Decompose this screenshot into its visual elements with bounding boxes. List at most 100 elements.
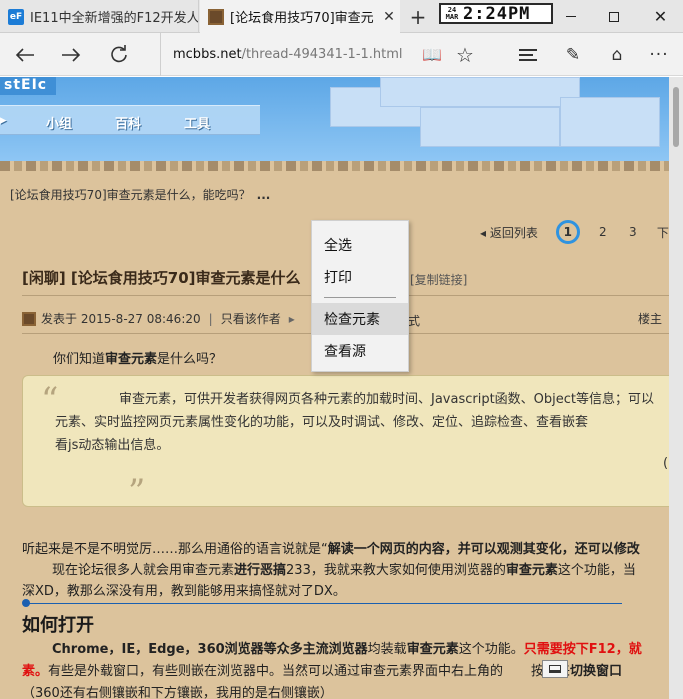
post-body-2: Chrome，IE，Edge，360浏览器等众多主流浏览器均装载审查元素这个功能… bbox=[22, 639, 682, 699]
scrollbar-thumb[interactable] bbox=[673, 87, 679, 147]
minecraft-favicon-icon bbox=[208, 8, 224, 25]
minimize-icon bbox=[565, 16, 576, 17]
dock-glyph bbox=[549, 665, 561, 673]
site-nav-groups[interactable]: 小组 bbox=[46, 113, 72, 132]
p4-d: 这个功能。 bbox=[458, 642, 524, 657]
minimize-button[interactable] bbox=[548, 0, 593, 33]
web-note-icon[interactable]: ✎ bbox=[558, 33, 588, 76]
page-1-current[interactable]: 1 bbox=[555, 220, 580, 244]
new-tab-button[interactable]: + bbox=[403, 0, 433, 33]
maximize-button[interactable] bbox=[591, 0, 636, 33]
tab-bar: eF IE11中全新增强的F12开发人 [论坛食用技巧70]审查元 ✕ + 24… bbox=[0, 0, 683, 33]
back-to-list-label: 返回列表 bbox=[489, 225, 538, 240]
page-viewport: stEIc ▸ 小组 百科 工具 [论坛食用技巧70]审查元素是什么，能吃吗？.… bbox=[0, 77, 683, 699]
p5-red: 素。 bbox=[22, 664, 49, 679]
p1-b: 解读一个网页的内容，并可以观测其变化，还可以修改 bbox=[327, 542, 640, 557]
reading-view-icon[interactable]: 📖 bbox=[418, 33, 446, 76]
tab-title: [论坛食用技巧70]审查元 bbox=[230, 11, 374, 26]
paragraph: 素。有些是外载窗口，有些则嵌在浏览器中。当然可以通过审查元素界面中右上角的按钮来… bbox=[22, 661, 682, 683]
ctx-inspect-element[interactable]: 检查元素 bbox=[312, 303, 408, 335]
back-to-list-link[interactable]: ◂ 返回列表 bbox=[480, 224, 538, 241]
intro-before: 你们知道 bbox=[53, 352, 106, 367]
quote-text: 审查元素，可供开发者获得网页各种元素的加载时间、Javascript函数、Obj… bbox=[55, 388, 683, 457]
clock-widget: 24 MAR 2:24PM bbox=[439, 3, 553, 24]
heading-rule bbox=[26, 603, 622, 604]
p2-b: 进行恶搞 bbox=[234, 563, 287, 578]
ground-strip bbox=[0, 161, 669, 171]
ie-favicon-icon: eF bbox=[8, 8, 24, 25]
favorite-star-icon[interactable]: ☆ bbox=[450, 33, 480, 76]
ctx-select-all[interactable]: 全选 bbox=[312, 229, 408, 261]
post-body: 听起来是不是不明觉厉……那么用通俗的语言说就是“解读一个网页的内容，并可以观测其… bbox=[22, 539, 682, 602]
intro-line: 你们知道审查元素是什么吗？ bbox=[53, 348, 222, 367]
ctx-view-source[interactable]: 查看源 bbox=[312, 335, 408, 367]
refresh-icon bbox=[111, 44, 127, 62]
forward-arrow-icon bbox=[62, 47, 81, 62]
breadcrumb-more: ... bbox=[256, 188, 271, 202]
site-nav-tools[interactable]: 工具 bbox=[184, 113, 210, 132]
p5-a: 有些是外载窗口，有些则嵌在浏览器中。当然可以通过审查元素界面中右上角的 bbox=[48, 664, 504, 679]
site-nav-wiki[interactable]: 百科 bbox=[115, 113, 141, 132]
clock-date: 24 MAR bbox=[441, 6, 463, 21]
p2-e: 这个功能，当 bbox=[557, 563, 636, 578]
p4-a: Chrome，IE，Edge，360浏览器等众多主流浏览器 bbox=[52, 642, 368, 657]
dock-toggle-icon bbox=[542, 660, 568, 678]
share-icon[interactable]: ⌂ bbox=[602, 33, 632, 76]
paragraph: 深XD，教那么深没有用，教到能够用来搞怪就对了DX。 bbox=[22, 581, 682, 602]
paragraph: Chrome，IE，Edge，360浏览器等众多主流浏览器均装载审查元素这个功能… bbox=[22, 639, 682, 661]
paragraph: 现在论坛很多人就会用审查元素进行恶搞233，我就来教大家如何使用浏览器的审查元素… bbox=[22, 560, 682, 581]
site-nav-arrow: ▸ bbox=[0, 113, 7, 128]
url-domain: mcbbs.net bbox=[173, 47, 242, 62]
page-2-link[interactable]: 2 bbox=[588, 225, 618, 239]
forward-button[interactable] bbox=[54, 33, 88, 76]
close-quote-icon: ” bbox=[128, 472, 146, 512]
p3: 深XD，教那么深没有用，教到能够用来搞怪就对了DX。 bbox=[22, 584, 346, 599]
quote-block: “ 审查元素，可供开发者获得网页各种元素的加载时间、Javascript函数、O… bbox=[22, 375, 683, 512]
breadcrumb: [论坛食用技巧70]审查元素是什么，能吃吗？... bbox=[0, 186, 270, 203]
vertical-scrollbar[interactable] bbox=[669, 77, 683, 699]
pagination: ◂ 返回列表 1 2 3 下 bbox=[480, 220, 678, 244]
intro-after: 是什么吗？ bbox=[157, 352, 223, 367]
back-arrow-icon bbox=[15, 47, 34, 62]
hub-button[interactable] bbox=[512, 33, 544, 76]
intro-bold: 审查元素 bbox=[105, 352, 158, 367]
dropdown-arrow-icon[interactable]: ▸ bbox=[289, 312, 295, 326]
refresh-button[interactable] bbox=[102, 33, 136, 76]
back-button[interactable] bbox=[8, 33, 42, 76]
tab-mcbbs[interactable]: [论坛食用技巧70]审查元 ✕ bbox=[200, 0, 400, 33]
url-path: /thread-494341-1-1.html bbox=[241, 47, 403, 62]
copy-link[interactable]: [复制链接] bbox=[410, 271, 467, 288]
site-logo: stEIc bbox=[0, 77, 56, 95]
p1-a: 听起来是不是不明觉厉……那么用通俗的语言说就是“ bbox=[22, 542, 328, 557]
p5-c: 切换窗口 bbox=[570, 664, 623, 679]
author-avatar-icon bbox=[22, 311, 36, 326]
maximize-icon bbox=[608, 11, 619, 22]
breadcrumb-title[interactable]: [论坛食用技巧70]审查元素是什么，能吃吗？ bbox=[10, 188, 251, 202]
p2-a: 现在论坛很多人就会用审查元素 bbox=[52, 563, 235, 578]
quote-paren: ( bbox=[663, 456, 669, 471]
quote-line: 看js动态输出信息。 bbox=[55, 438, 170, 453]
hub-icon bbox=[519, 46, 537, 64]
posted-at: 发表于 2015-8-27 08:46:20 bbox=[41, 312, 201, 326]
more-actions-icon[interactable]: ··· bbox=[644, 33, 674, 76]
only-author-link[interactable]: 只看该作者 bbox=[221, 310, 281, 327]
p2-d: 审查元素 bbox=[505, 563, 558, 578]
view-mode-fragment[interactable]: 式 bbox=[408, 312, 420, 329]
floor-label: 楼主 bbox=[638, 312, 663, 326]
paragraph: 听起来是不是不明觉厉……那么用通俗的语言说就是“解读一个网页的内容，并可以观测其… bbox=[22, 539, 682, 560]
ctx-print[interactable]: 打印 bbox=[312, 261, 408, 293]
section-heading: 如何打开 bbox=[22, 615, 94, 636]
tab-title: IE11中全新增强的F12开发人 bbox=[30, 11, 198, 26]
p6: （360还有右侧镶嵌和下方镶嵌，我用的是右侧镶嵌） bbox=[22, 686, 333, 699]
p4-red: 只需要按下F12，就 bbox=[523, 642, 642, 657]
tab-ie11[interactable]: eF IE11中全新增强的F12开发人 bbox=[0, 0, 199, 33]
close-window-button[interactable]: ✕ bbox=[638, 0, 683, 33]
banner-block bbox=[420, 107, 560, 147]
context-menu: 全选 打印 检查元素 查看源 bbox=[311, 220, 409, 372]
post-meta: 发表于 2015-8-27 08:46:20 | 只看该作者 ▸ | bbox=[22, 310, 323, 327]
thread-title: [闲聊] [论坛食用技巧70]审查元素是什么 bbox=[22, 269, 301, 287]
p4-b: 均装载 bbox=[367, 642, 407, 657]
page-3-link[interactable]: 3 bbox=[618, 225, 648, 239]
address-field[interactable]: mcbbs.net/thread-494341-1-1.html bbox=[160, 33, 445, 76]
close-tab-icon[interactable]: ✕ bbox=[378, 9, 400, 25]
